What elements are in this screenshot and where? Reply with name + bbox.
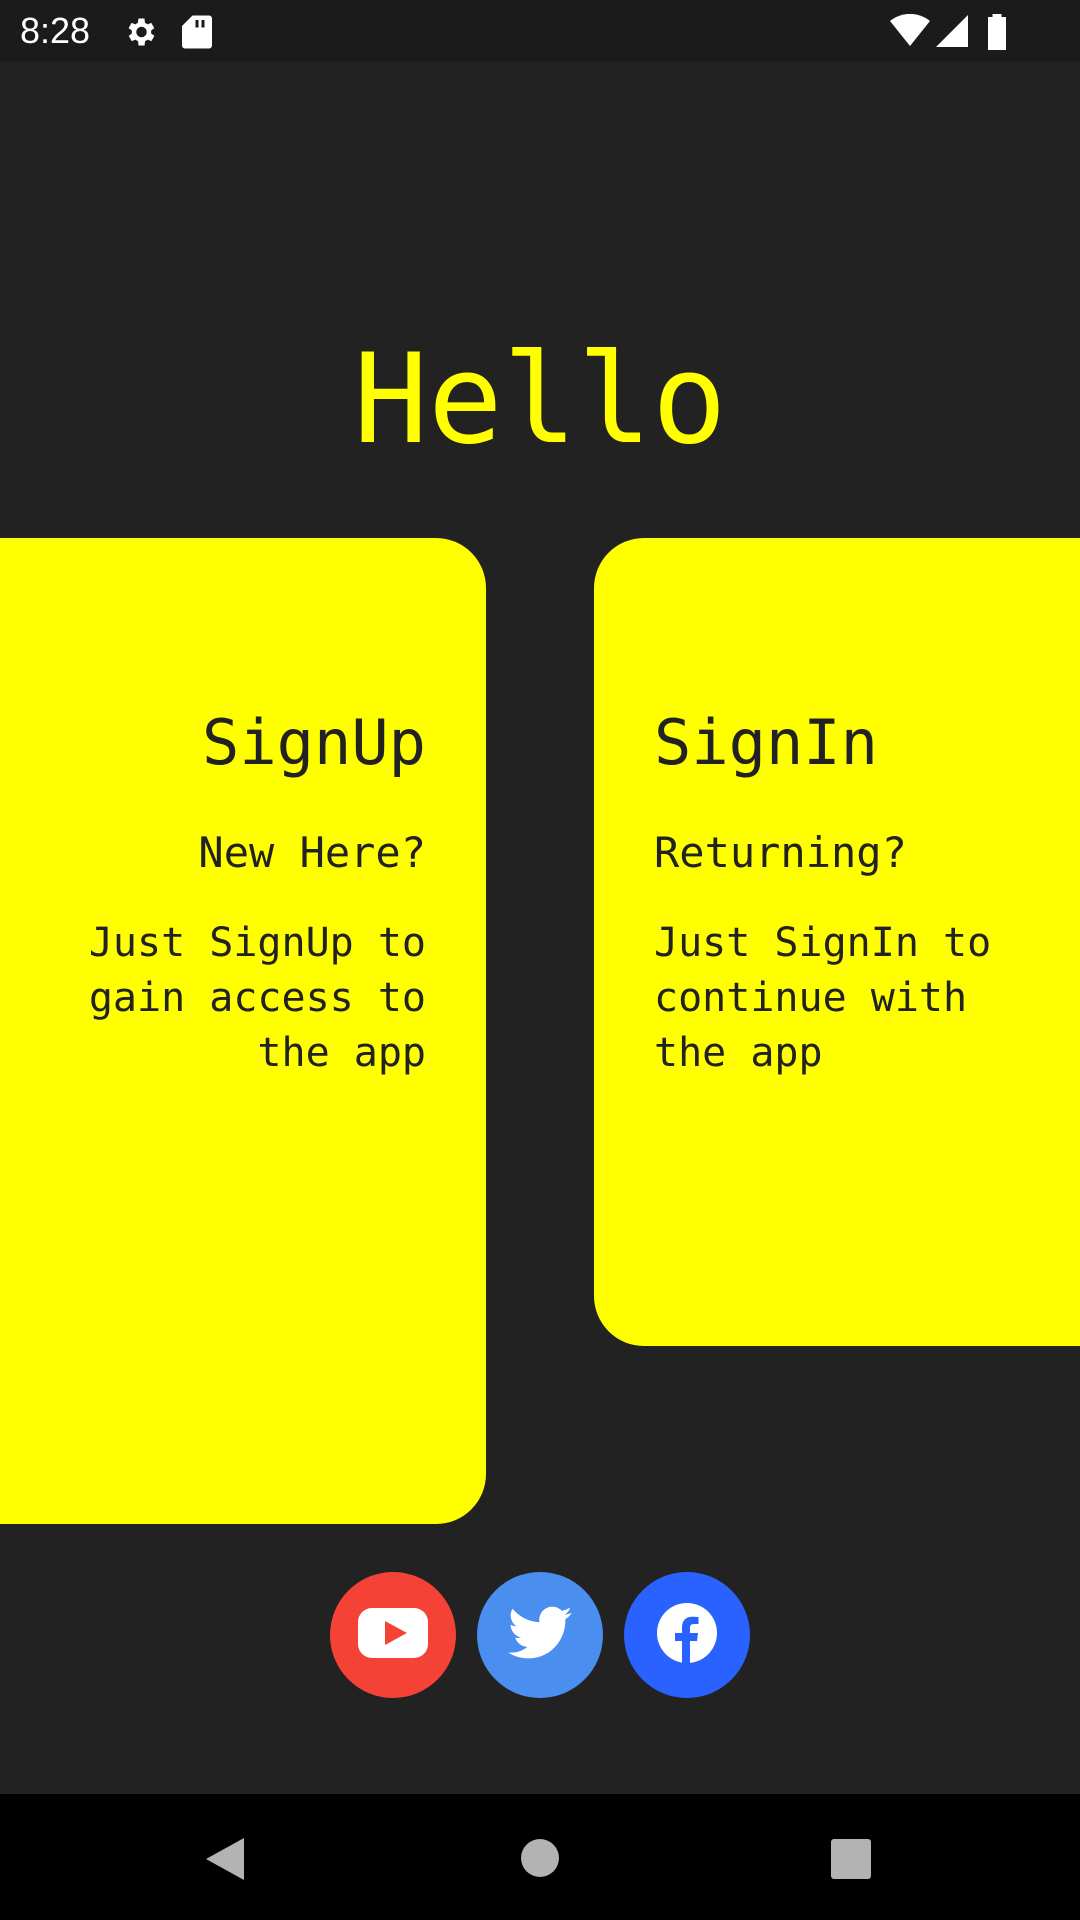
navigation-bar [0, 1794, 1080, 1920]
wifi-icon [890, 13, 930, 52]
signal-icon [936, 14, 968, 52]
battery-icon [986, 14, 1008, 54]
signin-card[interactable]: SignIn Returning? Just SignIn to continu… [594, 538, 1080, 1346]
status-time: 8:28 [20, 10, 91, 51]
youtube-icon [358, 1608, 428, 1662]
settings-icon [122, 14, 158, 54]
signin-description: Just SignIn to continue with the app [654, 920, 992, 1076]
twitter-icon [508, 1606, 572, 1664]
signin-subtitle: Returning? [654, 828, 907, 877]
back-icon[interactable] [204, 1836, 246, 1886]
signup-title: SignUp [202, 706, 426, 779]
twitter-button[interactable] [477, 1572, 603, 1698]
recents-icon[interactable] [831, 1839, 871, 1883]
signup-card[interactable]: SignUp New Here? Just SignUp to gain acc… [0, 538, 486, 1524]
home-icon[interactable] [520, 1838, 560, 1882]
sd-card-icon [182, 14, 212, 54]
hello-title: Hello [353, 328, 727, 472]
status-bar: 8:28 [0, 0, 1080, 62]
signin-title: SignIn [654, 706, 878, 779]
signup-subtitle: New Here? [198, 828, 426, 877]
youtube-button[interactable] [330, 1572, 456, 1698]
signup-description: Just SignUp to gain access to the app [88, 920, 426, 1076]
facebook-icon [656, 1602, 718, 1668]
facebook-button[interactable] [624, 1572, 750, 1698]
